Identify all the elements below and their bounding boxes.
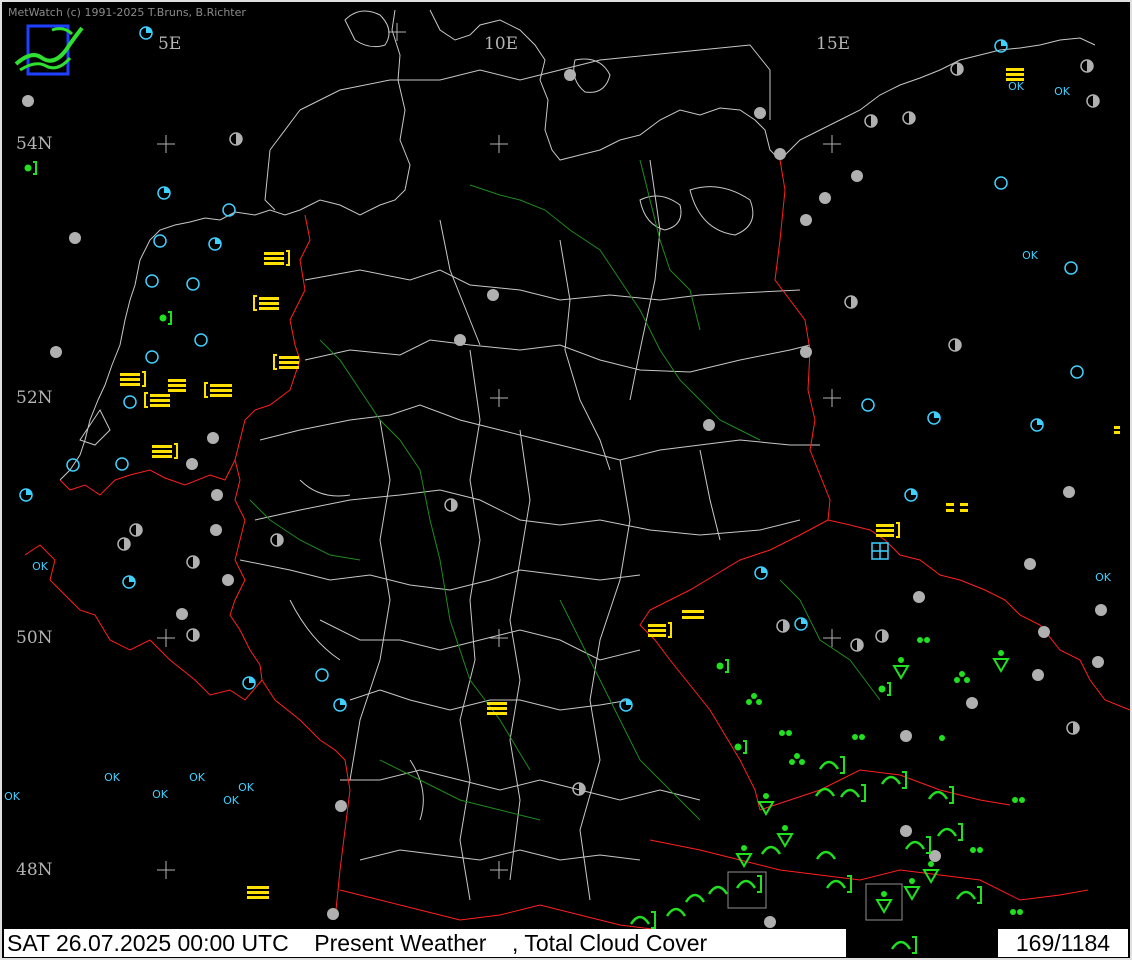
rain-dots-icon (859, 734, 865, 740)
latitude-label: 48N (16, 860, 53, 880)
overcast-station-icon (703, 419, 715, 431)
ok-status-label: OK (1008, 80, 1025, 93)
overcast-station-icon (1092, 656, 1104, 668)
drizzle-icon (878, 685, 886, 693)
heavy-rain-icon (964, 677, 970, 683)
latitude-label: 52N (16, 388, 53, 408)
overcast-station-icon (211, 489, 223, 501)
overcast-station-icon (222, 574, 234, 586)
ok-status-label: OK (1054, 85, 1071, 98)
overcast-station-icon (210, 524, 222, 536)
metwatch-logo-icon[interactable] (12, 20, 84, 80)
rain-dots-icon (1012, 797, 1018, 803)
ok-status-label: OK (4, 790, 21, 803)
longitude-label: 5E (158, 34, 182, 54)
overcast-station-icon (966, 697, 978, 709)
overcast-station-icon (50, 346, 62, 358)
station-count: 169/1184 (998, 929, 1128, 957)
overcast-station-icon (1032, 669, 1044, 681)
overcast-station-icon (186, 458, 198, 470)
overcast-station-icon (851, 170, 863, 182)
drizzle-icon (24, 164, 32, 172)
weather-map[interactable]: OK OKOKOKOKOK OKOK OKOKOK (0, 0, 1132, 960)
copyright-credit: MetWatch (c) 1991-2025 T.Bruns, B.Richte… (8, 6, 246, 19)
rain-dots-icon (939, 735, 945, 741)
overcast-station-icon (1024, 558, 1036, 570)
overcast-station-icon (69, 232, 81, 244)
overcast-station-icon (800, 346, 812, 358)
overcast-station-icon (176, 608, 188, 620)
ok-status-label: OK (238, 781, 255, 794)
status-text: SAT 26.07.2025 00:00 UTC Present Weather… (4, 929, 846, 957)
drizzle-icon (734, 743, 742, 751)
overcast-station-icon (900, 730, 912, 742)
ok-status-label: OK (152, 788, 169, 801)
rain-dots-icon (970, 847, 976, 853)
overcast-station-icon (327, 908, 339, 920)
overcast-station-icon (1063, 486, 1075, 498)
overcast-station-icon (913, 591, 925, 603)
ok-status-label: OK (1022, 249, 1039, 262)
latitude-label: 54N (16, 134, 53, 154)
rain-dots-icon (1017, 909, 1023, 915)
ok-status-label: OK (223, 794, 240, 807)
overcast-station-icon (487, 289, 499, 301)
overcast-station-icon (754, 107, 766, 119)
rain-dots-icon (852, 734, 858, 740)
overcast-station-icon (764, 916, 776, 928)
heavy-rain-icon (799, 759, 805, 765)
latitude-label: 50N (16, 628, 53, 648)
rain-dots-icon (1010, 909, 1016, 915)
overcast-station-icon (1095, 604, 1107, 616)
overcast-station-icon (454, 334, 466, 346)
overcast-station-icon (335, 800, 347, 812)
rain-dots-icon (917, 637, 923, 643)
overcast-station-icon (819, 192, 831, 204)
longitude-label: 15E (816, 34, 851, 54)
rain-dots-icon (779, 730, 785, 736)
overcast-station-icon (207, 432, 219, 444)
overcast-station-icon (22, 95, 34, 107)
overcast-station-icon (800, 214, 812, 226)
ok-status-label: OK (189, 771, 206, 784)
ok-status-label: OK (104, 771, 121, 784)
overcast-station-icon (900, 825, 912, 837)
overcast-station-icon (774, 148, 786, 160)
rain-dots-icon (1019, 797, 1025, 803)
overcast-station-icon (1038, 626, 1050, 638)
rain-dots-icon (924, 637, 930, 643)
drizzle-icon (716, 662, 724, 670)
ok-status-label: OK (1095, 571, 1112, 584)
rain-dots-icon (977, 847, 983, 853)
weather-map-window: { "app": { "credit": "MetWatch (c) 1991-… (0, 0, 1132, 960)
overcast-station-icon (564, 69, 576, 81)
status-bar: SAT 26.07.2025 00:00 UTC Present Weather… (4, 929, 1128, 957)
heavy-rain-icon (756, 699, 762, 705)
rain-dots-icon (786, 730, 792, 736)
drizzle-icon (159, 314, 167, 322)
ok-status-label: OK (32, 560, 49, 573)
longitude-label: 10E (484, 34, 519, 54)
